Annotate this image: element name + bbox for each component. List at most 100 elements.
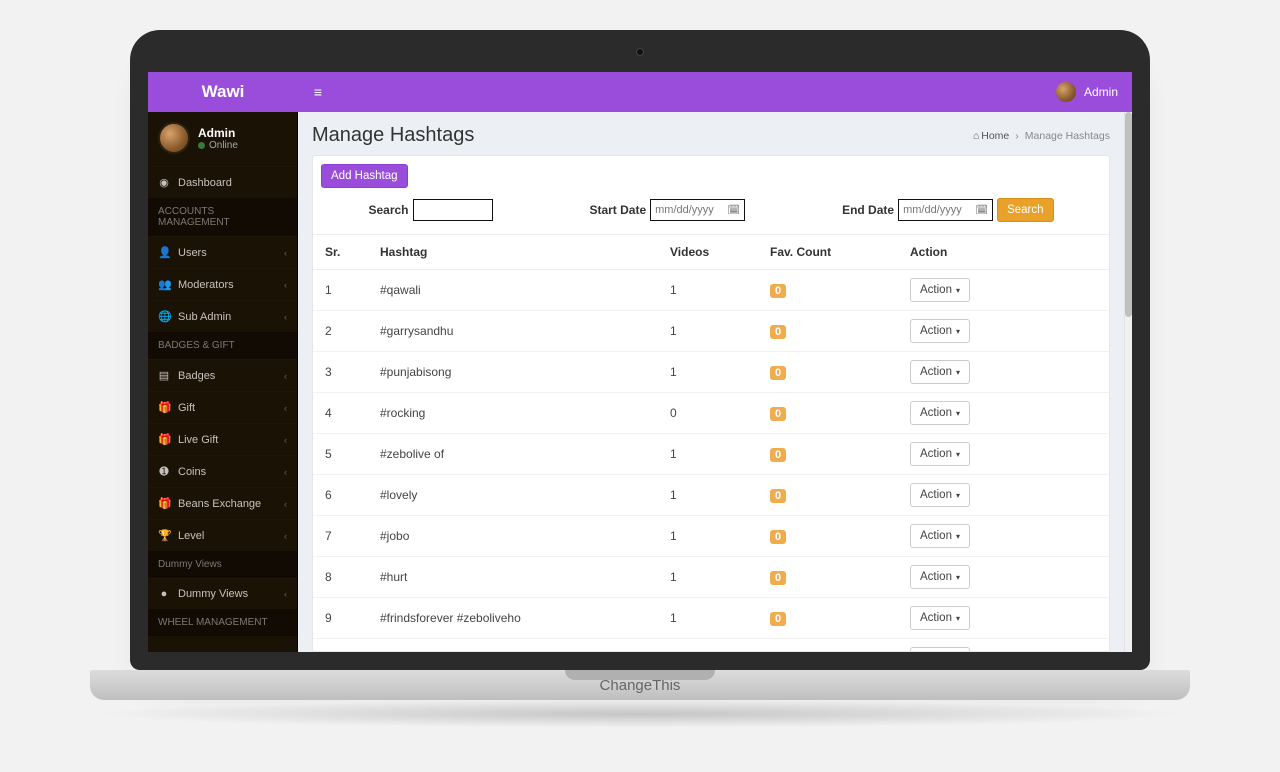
sidebar-item-live-gift[interactable]: 🎁Live Gift‹ [148,423,297,455]
end-date-input[interactable]: mm/dd/yyyy 🗓 [898,199,993,221]
sidebar-item-users[interactable]: 👤Users‹ [148,236,297,268]
action-dropdown[interactable]: Action ▾ [910,524,970,548]
admin-app: Wawi ≡ Admin Admin [148,72,1132,652]
sidebar-item-label: Badges [178,370,215,382]
cell-videos: 0 [658,393,758,434]
sidebar-item-badges[interactable]: ▤Badges‹ [148,359,297,391]
sidebar-section-header: ACCOUNTS MANAGEMENT [148,198,297,236]
sidebar-item-label: Gift [178,402,195,414]
cell-sr: 5 [313,434,368,475]
table-header-row: Sr. Hashtag Videos Fav. Count Action [313,235,1109,270]
scrollbar[interactable] [1124,112,1132,652]
sidebar-item-label: Dummy Views [178,588,248,600]
topbar: Wawi ≡ Admin [148,72,1132,112]
cell-action: Action ▾ [898,434,1109,475]
action-dropdown[interactable]: Action ▾ [910,647,970,652]
cell-hashtag: #frindsforever #zeboliveho [368,598,658,639]
sidebar-item-gift[interactable]: 🎁Gift‹ [148,391,297,423]
sidebar-item-icon: 👤 [158,246,170,259]
cell-videos: 1 [658,598,758,639]
cell-hashtag: #hurt [368,557,658,598]
sidebar-item-level[interactable]: 🏆Level‹ [148,519,297,551]
table-row: 6#lovely10Action ▾ [313,475,1109,516]
brand-logo[interactable]: Wawi [148,82,298,102]
sidebar-item-dashboard[interactable]: ◉ Dashboard [148,166,297,198]
sidebar-item-sub-admin[interactable]: 🌐Sub Admin‹ [148,300,297,332]
cell-videos: 1 [658,434,758,475]
table-row: 9#frindsforever #zeboliveho10 Action ▾ [313,598,1109,639]
sidebar-user: Admin Online [148,112,297,166]
action-dropdown[interactable]: Action ▾ [910,565,970,589]
sidebar-section-header: Dummy Views [148,551,297,578]
cell-action: Action ▾ [898,270,1109,311]
cell-videos: 1 [658,516,758,557]
cell-action: Action ▾ [898,475,1109,516]
sidebar-section-header: BADGES & GIFT [148,332,297,359]
chevron-down-icon: ▾ [956,368,960,377]
hashtag-table: Sr. Hashtag Videos Fav. Count Action 1#q… [313,234,1109,652]
cell-sr: 2 [313,311,368,352]
content-header: Manage Hashtags Home › Manage Hashtags [298,112,1124,155]
sidebar-item-label: Users [178,247,207,259]
sidebar-item-icon: 🌐 [158,310,170,323]
laptop-lid: Wawi ≡ Admin Admin [130,30,1150,670]
action-dropdown[interactable]: Action ▾ [910,319,970,343]
col-action: Action [898,235,1109,270]
topbar-user[interactable]: Admin [1056,82,1132,102]
status-dot-icon [198,142,205,149]
main-content: Manage Hashtags Home › Manage Hashtags A… [298,112,1124,652]
cell-hashtag: #garrysandhu [368,311,658,352]
breadcrumb: Home › Manage Hashtags [973,130,1110,142]
cell-hashtag: #rocking [368,393,658,434]
sidebar-section-header: WHEEL MANAGEMENT [148,609,297,636]
fav-badge: 0 [770,530,786,544]
chevron-left-icon: ‹ [284,280,287,290]
sidebar-item-coins[interactable]: ➊Coins‹ [148,455,297,487]
avatar-icon [1056,82,1076,102]
action-dropdown[interactable]: Action ▾ [910,442,970,466]
cell-sr: 4 [313,393,368,434]
sidebar-item-moderators[interactable]: 👥Moderators‹ [148,268,297,300]
filter-end-date: End Date mm/dd/yyyy 🗓 Search [842,198,1053,222]
cell-action: Action ▾ [898,311,1109,352]
chevron-left-icon: ‹ [284,403,287,413]
sidebar-item-icon: 🎁 [158,433,170,446]
chevron-left-icon: ‹ [284,499,287,509]
fav-badge: 0 [770,489,786,503]
fav-badge: 0 [770,448,786,462]
cell-fav: 0 [758,516,898,557]
cell-videos: 1 [658,557,758,598]
chevron-down-icon: ▾ [956,573,960,582]
search-input[interactable] [413,199,493,221]
action-dropdown[interactable]: Action ▾ [910,606,970,630]
sidebar-item-icon: 🎁 [158,497,170,510]
table-row: 5#zebolive of10Action ▾ [313,434,1109,475]
sidebar-item-icon: ▤ [158,369,170,382]
action-dropdown[interactable]: Action ▾ [910,360,970,384]
hamburger-icon[interactable]: ≡ [298,84,338,100]
start-date-input[interactable]: mm/dd/yyyy 🗓 [650,199,745,221]
laptop-base: ChangeThis [90,670,1190,700]
sidebar-item-dummy-views[interactable]: ●Dummy Views‹ [148,578,297,609]
cell-videos: 1 [658,311,758,352]
breadcrumb-home[interactable]: Home [973,130,1009,142]
chevron-down-icon: ▾ [956,450,960,459]
action-dropdown[interactable]: Action ▾ [910,401,970,425]
add-hashtag-button[interactable]: Add Hashtag [321,164,408,188]
fav-badge: 0 [770,284,786,298]
sidebar-item-icon: 🏆 [158,529,170,542]
col-videos: Videos [658,235,758,270]
action-dropdown[interactable]: Action ▾ [910,483,970,507]
action-dropdown[interactable]: Action ▾ [910,278,970,302]
search-label: Search [368,203,408,217]
cell-fav: 0 [758,393,898,434]
cell-action: Action ▾ [898,557,1109,598]
scrollbar-thumb[interactable] [1125,112,1132,317]
cell-sr: 9 [313,598,368,639]
cell-videos: 1 [658,270,758,311]
search-button[interactable]: Search [997,198,1053,222]
cell-hashtag: #jobo [368,516,658,557]
sidebar-item-beans-exchange[interactable]: 🎁Beans Exchange‹ [148,487,297,519]
chevron-down-icon: ▾ [956,491,960,500]
cell-fav: 0 [758,598,898,639]
